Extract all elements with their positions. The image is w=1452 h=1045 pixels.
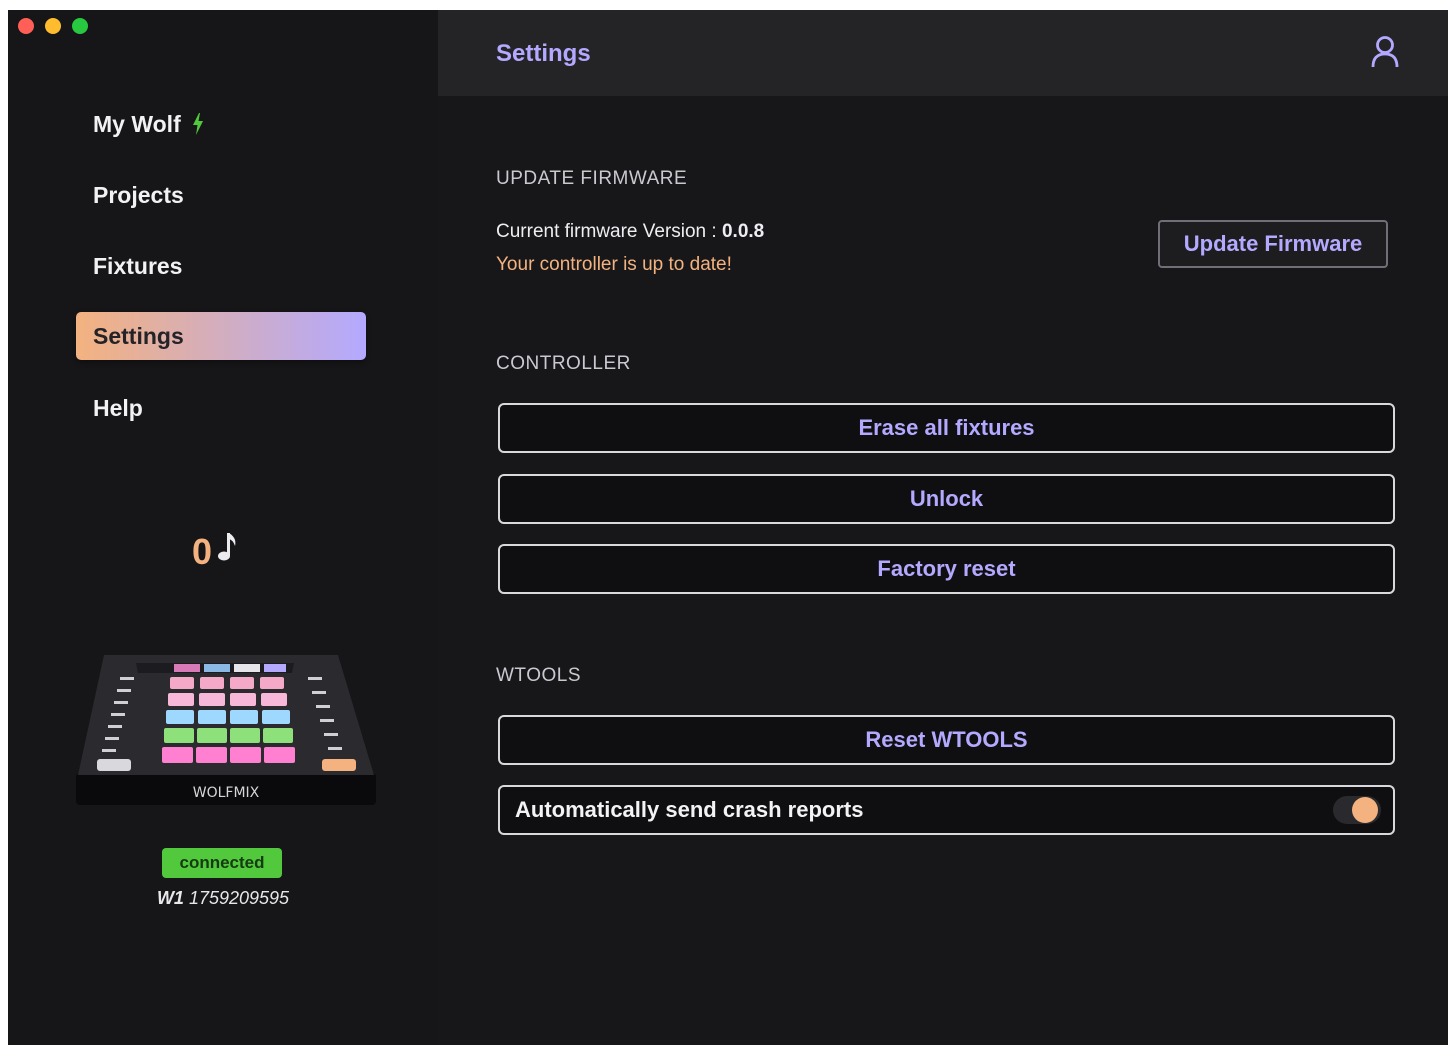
section-title-wtools: WTOOLS — [496, 665, 581, 686]
erase-all-fixtures-button[interactable]: Erase all fixtures — [498, 403, 1395, 453]
sidebar-item-my-wolf[interactable]: My Wolf — [76, 100, 366, 148]
zoom-window-button[interactable] — [72, 18, 88, 34]
firmware-status: Your controller is up to date! — [496, 254, 732, 275]
status-badge: connected — [162, 848, 282, 878]
reset-wtools-button[interactable]: Reset WTOOLS — [498, 715, 1395, 765]
sidebar-item-settings[interactable]: Settings — [76, 312, 366, 360]
app-window: My Wolf Projects Fixtures Settings Help … — [8, 10, 1448, 1045]
sidebar-item-label: Settings — [93, 322, 184, 349]
crash-reports-toggle[interactable] — [1333, 796, 1381, 824]
sidebar-item-label: My Wolf — [93, 110, 181, 137]
firmware-version-value: 0.0.8 — [721, 221, 765, 242]
crash-reports-label: Automatically send crash reports — [515, 797, 864, 822]
sidebar-item-label: Projects — [93, 181, 184, 208]
section-title-firmware: UPDATE FIRMWARE — [496, 168, 688, 189]
svg-text:WOLFMIX: WOLFMIX — [193, 785, 260, 801]
sidebar-item-fixtures[interactable]: Fixtures — [76, 242, 366, 290]
music-note-icon — [216, 530, 238, 573]
device-serial-number: 1759209595 — [188, 888, 290, 908]
page-title: Settings — [496, 40, 591, 67]
window-controls — [18, 18, 88, 34]
factory-reset-button[interactable]: Factory reset — [498, 544, 1395, 594]
sidebar: My Wolf Projects Fixtures Settings Help … — [8, 10, 438, 1045]
unlock-button[interactable]: Unlock — [498, 474, 1395, 524]
bpm-value: 0 — [192, 530, 213, 572]
section-title-controller: CONTROLLER — [496, 353, 631, 374]
firmware-version-label: Current firmware Version : — [496, 221, 722, 242]
device-model: W1 — [156, 888, 184, 908]
minimize-window-button[interactable] — [45, 18, 61, 34]
header: Settings — [438, 10, 1448, 96]
close-window-button[interactable] — [18, 18, 34, 34]
crash-reports-row: Automatically send crash reports — [498, 785, 1395, 835]
device-serial: W1 1759209595 — [148, 888, 298, 909]
sidebar-item-label: Help — [93, 394, 143, 421]
update-firmware-button[interactable]: Update Firmware — [1158, 220, 1388, 268]
sidebar-item-label: Fixtures — [93, 252, 183, 279]
sidebar-item-projects[interactable]: Projects — [76, 171, 366, 219]
firmware-version: Current firmware Version : 0.0.8 — [496, 221, 764, 243]
controller-image: WOLFMIX — [76, 655, 376, 810]
sidebar-item-help[interactable]: Help — [76, 384, 366, 432]
bpm-indicator: 0 — [192, 530, 238, 573]
bolt-icon — [191, 112, 205, 136]
toggle-knob — [1352, 797, 1378, 823]
user-icon[interactable] — [1370, 35, 1400, 74]
